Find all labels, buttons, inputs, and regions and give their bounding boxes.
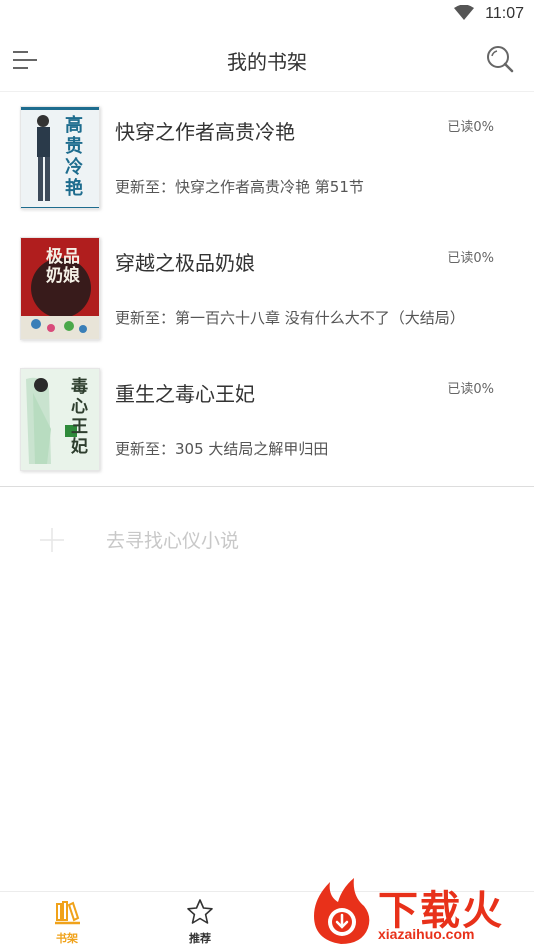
update-prefix: 更新至： xyxy=(115,178,176,196)
book-list: 高贵冷艳 快穿之作者高贵冷艳 已读0% 更新至：快穿之作者高贵冷艳 第51节 极… xyxy=(0,92,534,485)
book-cover: 毒心王妃 xyxy=(20,368,100,471)
latest-chapter: 更新至：305 大结局之解甲归田 xyxy=(115,438,328,459)
tab-recommend[interactable]: 推荐 xyxy=(150,892,250,949)
bookshelf-icon xyxy=(55,901,80,925)
book-title: 重生之毒心王妃 xyxy=(115,382,255,406)
tab-bookshelf[interactable]: 书架 xyxy=(17,892,117,949)
book-item[interactable]: 极品奶娘 穿越之极品奶娘 已读0% 更新至：第一百六十八章 没有什么大不了（大结… xyxy=(0,223,534,354)
flame-logo-icon xyxy=(314,878,370,944)
latest-chapter: 更新至：快穿之作者高贵冷艳 第51节 xyxy=(115,176,364,197)
update-prefix: 更新至： xyxy=(115,309,176,327)
find-novel-button[interactable]: 去寻找心仪小说 xyxy=(0,510,534,570)
cover-image xyxy=(21,107,99,208)
read-progress: 已读0% xyxy=(447,251,494,266)
page-title: 我的书架 xyxy=(227,50,307,74)
read-progress: 已读0% xyxy=(447,382,494,397)
tab-label: 书架 xyxy=(56,932,78,945)
find-novel-label: 去寻找心仪小说 xyxy=(106,530,240,552)
read-progress: 已读0% xyxy=(447,120,494,135)
cover-title: 极品奶娘 xyxy=(46,247,80,286)
tab-label: 推荐 xyxy=(189,932,211,945)
book-cover: 极品奶娘 xyxy=(20,237,100,340)
update-text: 第一百六十八章 没有什么大不了（大结局） xyxy=(175,309,465,327)
book-item[interactable]: 毒心王妃 重生之毒心王妃 已读0% 更新至：305 大结局之解甲归田 xyxy=(0,354,534,485)
book-cover: 高贵冷艳 xyxy=(20,106,100,209)
watermark: 下载火 xiazaihuo.com xyxy=(308,876,530,948)
book-item[interactable]: 高贵冷艳 快穿之作者高贵冷艳 已读0% 更新至：快穿之作者高贵冷艳 第51节 xyxy=(0,92,534,223)
watermark-url: xiazaihuo.com xyxy=(378,926,475,942)
status-bar: 11:07 xyxy=(0,0,534,28)
book-title: 穿越之极品奶娘 xyxy=(115,251,255,275)
search-icon[interactable] xyxy=(486,45,514,73)
wifi-icon xyxy=(454,5,474,20)
update-text: 305 大结局之解甲归田 xyxy=(175,440,329,458)
cover-title: 毒心王妃 xyxy=(71,377,88,457)
latest-chapter: 更新至：第一百六十八章 没有什么大不了（大结局） xyxy=(115,307,465,328)
book-title: 快穿之作者高贵冷艳 xyxy=(115,120,295,144)
status-time: 11:07 xyxy=(485,5,524,22)
cover-title: 高贵冷艳 xyxy=(65,115,83,199)
divider xyxy=(0,486,534,487)
update-text: 快穿之作者高贵冷艳 第51节 xyxy=(175,178,364,196)
plus-icon xyxy=(40,528,64,552)
star-icon xyxy=(187,899,213,924)
app-bar: 我的书架 xyxy=(0,28,534,92)
update-prefix: 更新至： xyxy=(115,440,176,458)
